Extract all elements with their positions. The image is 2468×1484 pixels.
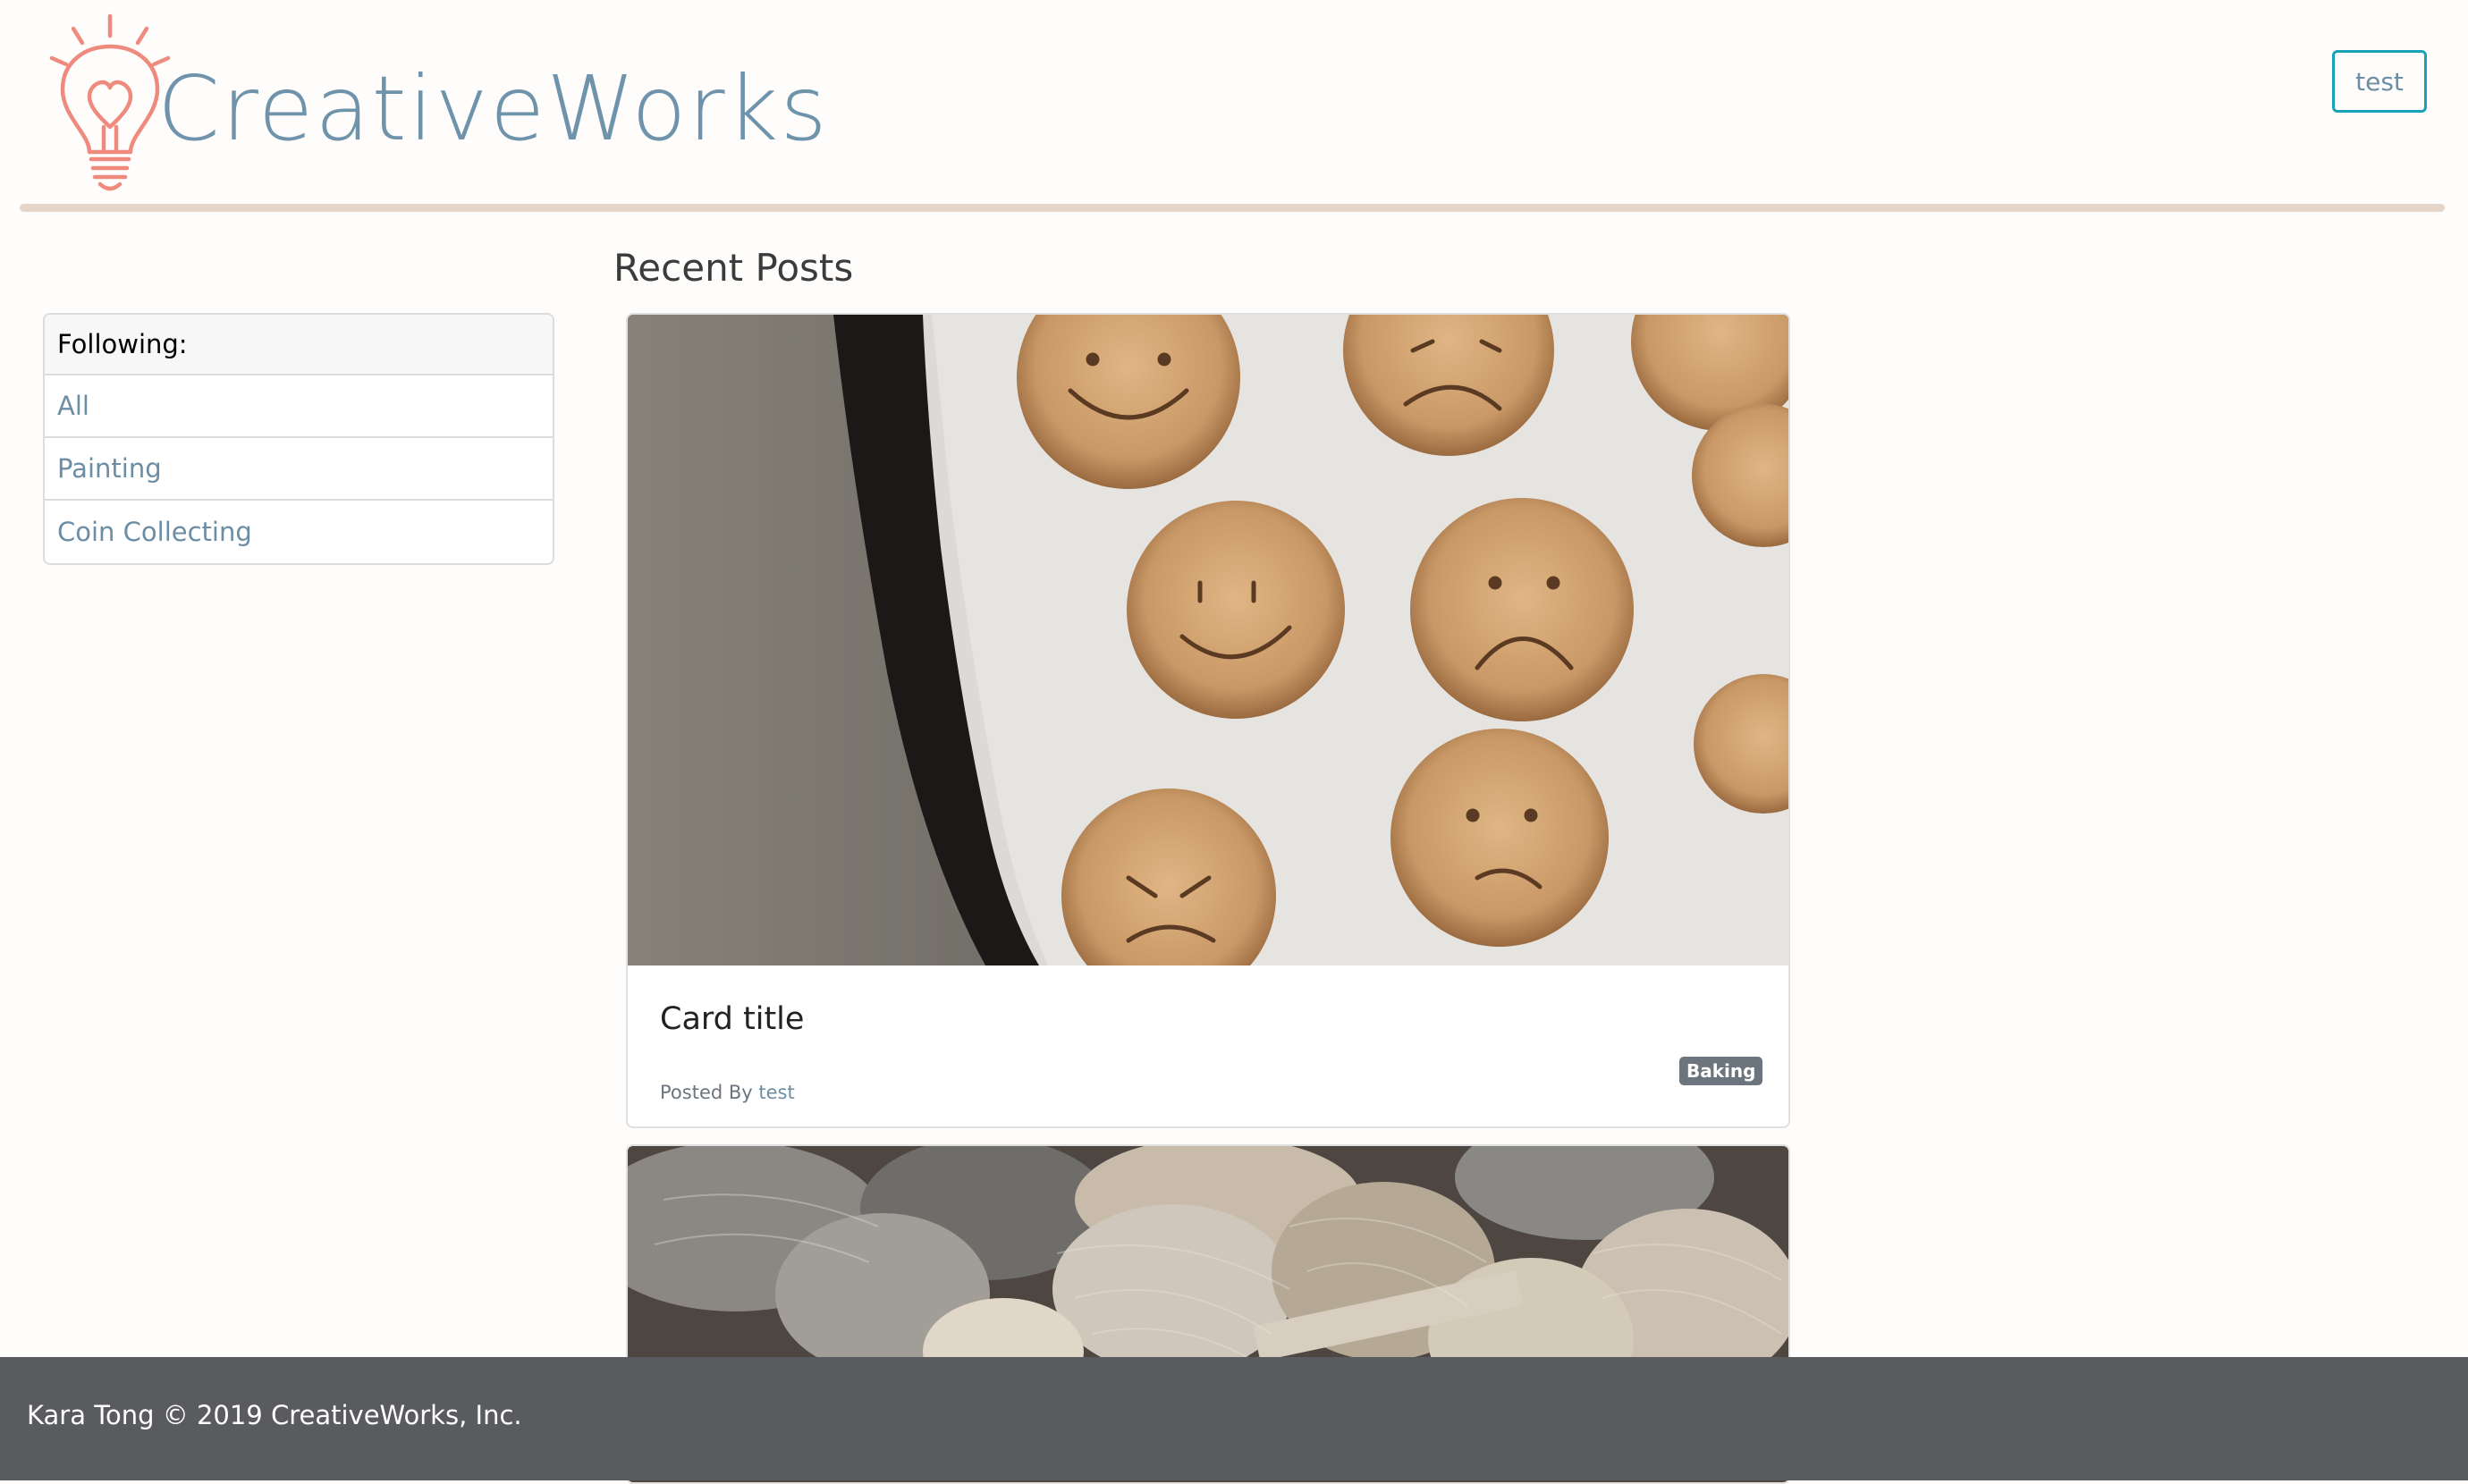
following-header: Following: (45, 315, 553, 375)
brand-name: CreativeWorks (157, 56, 829, 161)
category-badge[interactable]: Baking (1679, 1057, 1763, 1085)
page-title: Recent Posts (613, 246, 854, 290)
post-card[interactable]: Card title Posted By test Baking (626, 313, 1790, 1128)
post-title[interactable]: Card title (660, 1001, 804, 1037)
post-author-link[interactable]: test (758, 1082, 794, 1103)
copyright-text: Kara Tong © 2019 CreativeWorks, Inc. (27, 1400, 522, 1430)
post-byline: Posted By test (660, 1082, 795, 1103)
site-header: CreativeWorks test (0, 0, 2468, 215)
sidebar-item-all[interactable]: All (45, 375, 553, 438)
sidebar-item-coin-collecting[interactable]: Coin Collecting (45, 501, 553, 563)
following-panel: Following: All Painting Coin Collecting (43, 313, 554, 565)
cookies-with-faces-image[interactable] (628, 315, 1788, 965)
user-account-button[interactable]: test (2332, 50, 2427, 113)
sidebar-item-painting[interactable]: Painting (45, 438, 553, 501)
site-footer: Kara Tong © 2019 CreativeWorks, Inc. (0, 1357, 2468, 1480)
brand-logo[interactable]: CreativeWorks (43, 9, 901, 197)
posted-by-label: Posted By (660, 1082, 753, 1103)
header-divider (20, 204, 2445, 212)
